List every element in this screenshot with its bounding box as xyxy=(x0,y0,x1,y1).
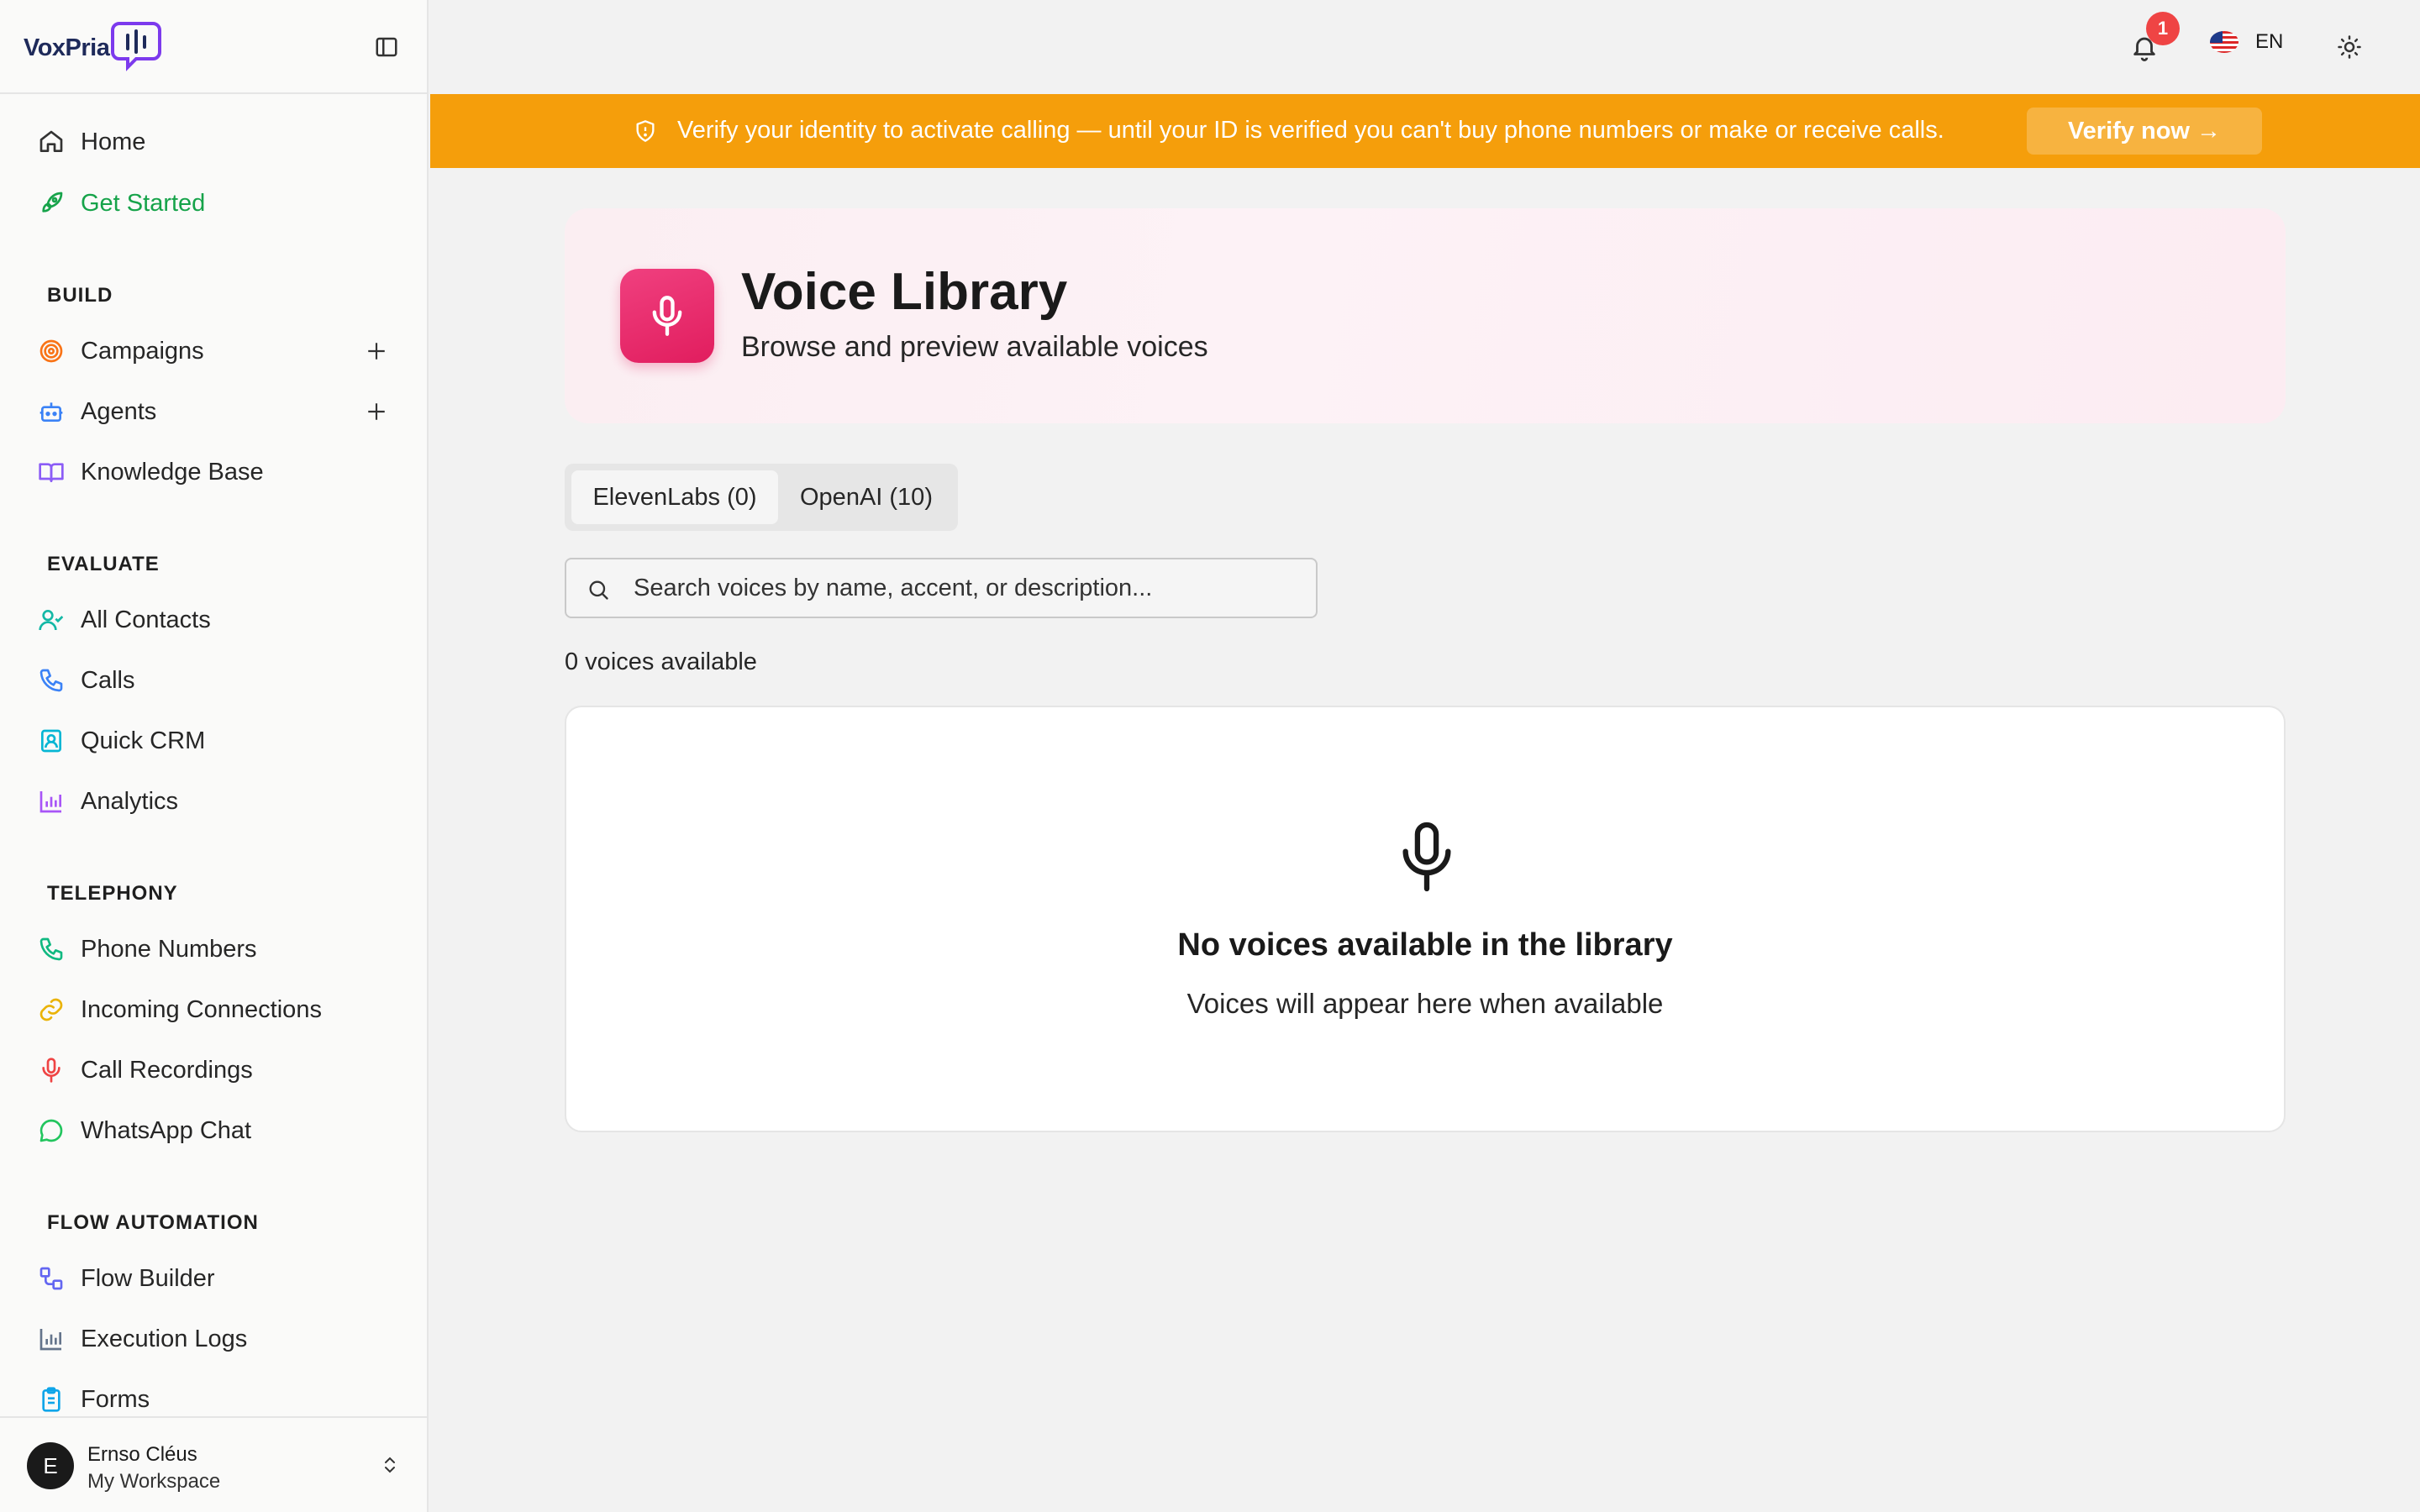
empty-state-title: No voices available in the library xyxy=(1177,927,1673,963)
rocket-icon xyxy=(37,189,66,218)
bar-chart-icon xyxy=(37,1325,66,1353)
sidebar-item-label: Phone Numbers xyxy=(81,935,257,963)
sidebar-item-flow-builder[interactable]: Flow Builder xyxy=(37,1258,390,1299)
sidebar-item-agents[interactable]: Agents xyxy=(37,391,390,432)
microphone-icon xyxy=(1393,816,1460,897)
banner-message: Verify your identity to activate calling… xyxy=(677,117,1944,144)
target-icon xyxy=(37,337,66,365)
search-icon xyxy=(585,576,612,603)
sidebar-item-campaigns[interactable]: Campaigns xyxy=(37,331,390,371)
sidebar-item-label: Home xyxy=(81,128,146,155)
sun-icon[interactable] xyxy=(2333,30,2366,64)
app-logo[interactable]: VoxPria xyxy=(24,20,162,76)
sidebar-header: VoxPria xyxy=(0,0,427,94)
contact-card-icon xyxy=(37,727,66,755)
chat-bubble-icon xyxy=(37,1116,66,1145)
empty-state-card: No voices available in the library Voice… xyxy=(565,706,2286,1132)
sidebar-item-whatsapp-chat[interactable]: WhatsApp Chat xyxy=(37,1110,390,1151)
search-box xyxy=(565,558,1318,618)
sidebar-item-label: Quick CRM xyxy=(81,727,206,754)
verification-banner: Verify your identity to activate calling… xyxy=(430,94,2420,168)
mic-icon xyxy=(37,1056,66,1084)
page-title: Voice Library xyxy=(741,263,1068,321)
sidebar-item-all-contacts[interactable]: All Contacts xyxy=(37,600,390,640)
empty-state-subtitle: Voices will appear here when available xyxy=(1186,988,1664,1019)
tab-elevenlabs[interactable]: ElevenLabs (0) xyxy=(571,470,778,524)
add-agent-plus-icon[interactable] xyxy=(363,398,390,425)
sidebar-item-execution-logs[interactable]: Execution Logs xyxy=(37,1319,390,1359)
sidebar-item-label: Execution Logs xyxy=(81,1325,248,1352)
sidebar-item-quick-crm[interactable]: Quick CRM xyxy=(37,721,390,761)
home-icon xyxy=(37,128,66,156)
sidebar-item-label: Agents xyxy=(81,397,157,425)
sidebar-item-knowledge-base[interactable]: Knowledge Base xyxy=(37,452,390,492)
sidebar-item-get-started[interactable]: Get Started xyxy=(37,183,390,223)
chevrons-up-down-icon[interactable] xyxy=(376,1452,403,1478)
sidebar-item-label: Forms xyxy=(81,1385,150,1413)
section-label-flow-automation: FLOW AUTOMATION xyxy=(47,1211,259,1234)
bar-chart-icon xyxy=(37,787,66,816)
link-icon xyxy=(37,995,66,1024)
sidebar-item-analytics[interactable]: Analytics xyxy=(37,781,390,822)
sidebar-item-label: Analytics xyxy=(81,787,179,815)
provider-tabs: ElevenLabs (0) OpenAI (10) xyxy=(565,464,958,531)
section-label-telephony: TELEPHONY xyxy=(47,882,178,905)
voices-count: 0 voices available xyxy=(565,648,757,675)
microphone-icon xyxy=(620,269,714,363)
sidebar-item-label: Campaigns xyxy=(81,337,204,365)
user-menu[interactable]: E Ernso Cléus My Workspace xyxy=(0,1416,427,1512)
us-flag-icon xyxy=(2210,31,2238,53)
language-selector[interactable]: EN xyxy=(2210,30,2283,54)
page-subtitle: Browse and preview available voices xyxy=(741,331,1208,363)
sidebar-toggle-icon[interactable] xyxy=(373,34,400,60)
logo-speech-bars-icon xyxy=(111,20,162,76)
sidebar-item-label: Calls xyxy=(81,666,135,694)
verify-now-button[interactable]: Verify now → xyxy=(2027,108,2262,155)
sidebar-item-calls[interactable]: Calls xyxy=(37,660,390,701)
book-icon xyxy=(37,458,66,486)
section-label-evaluate: EVALUATE xyxy=(47,553,160,575)
workflow-icon xyxy=(37,1264,66,1293)
sidebar-item-label: All Contacts xyxy=(81,606,211,633)
workspace-name: My Workspace xyxy=(87,1470,221,1493)
sidebar-item-incoming-connections[interactable]: Incoming Connections xyxy=(37,990,390,1030)
sidebar-item-label: Knowledge Base xyxy=(81,458,264,486)
sidebar-item-forms[interactable]: Forms xyxy=(37,1379,390,1420)
shield-alert-icon xyxy=(632,118,659,144)
phone-icon xyxy=(37,666,66,695)
bot-icon xyxy=(37,397,66,426)
notification-badge: 1 xyxy=(2146,12,2180,45)
sidebar-item-home[interactable]: Home xyxy=(37,122,390,162)
sidebar: VoxPria Home Get Started BUILD Campaigns… xyxy=(0,0,429,1512)
phone-icon xyxy=(37,935,66,963)
page-header-card: Voice Library Browse and preview availab… xyxy=(565,208,2286,423)
language-code: EN xyxy=(2255,30,2284,53)
sidebar-item-label: WhatsApp Chat xyxy=(81,1116,252,1144)
top-bar xyxy=(430,0,2420,94)
sidebar-item-phone-numbers[interactable]: Phone Numbers xyxy=(37,929,390,969)
tab-openai[interactable]: OpenAI (10) xyxy=(780,470,953,524)
search-input[interactable] xyxy=(634,571,1289,605)
sidebar-item-call-recordings[interactable]: Call Recordings xyxy=(37,1050,390,1090)
add-campaign-plus-icon[interactable] xyxy=(363,338,390,365)
sidebar-item-label: Call Recordings xyxy=(81,1056,253,1084)
section-label-build: BUILD xyxy=(47,284,113,307)
user-name: Ernso Cléus xyxy=(87,1443,197,1466)
user-check-icon xyxy=(37,606,66,634)
clipboard-icon xyxy=(37,1385,66,1414)
sidebar-item-label: Flow Builder xyxy=(81,1264,215,1292)
logo-text: VoxPria xyxy=(24,34,110,61)
avatar: E xyxy=(27,1442,74,1489)
sidebar-item-label: Get Started xyxy=(81,189,206,217)
sidebar-item-label: Incoming Connections xyxy=(81,995,322,1023)
